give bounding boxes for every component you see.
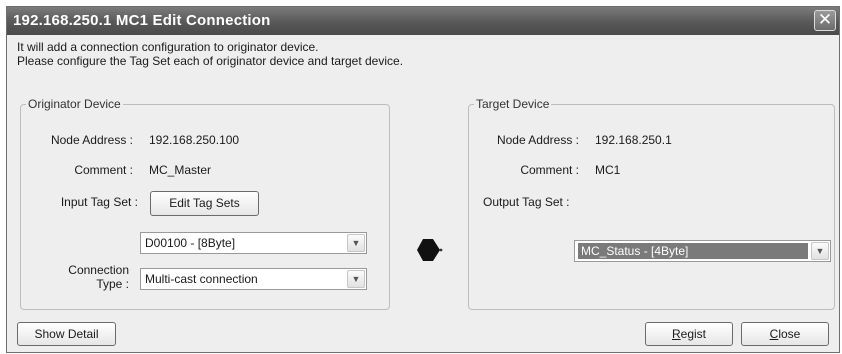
connection-arrow-icon: [417, 239, 443, 261]
connection-type-combo[interactable]: Multi-cast connection ▼: [140, 268, 367, 290]
window-title: 192.168.250.1 MC1 Edit Connection: [13, 12, 271, 29]
connection-type-label-line-2: Type :: [96, 277, 129, 291]
output-tag-set-value: MC_Status - [4Byte]: [578, 243, 808, 259]
connection-type-value: Multi-cast connection: [145, 272, 258, 286]
title-bar[interactable]: 192.168.250.1 MC1 Edit Connection ✕: [7, 7, 839, 35]
regist-label-rest: egist: [680, 327, 707, 341]
originator-group-label: Originator Device: [26, 97, 123, 111]
originator-node-address-value: 192.168.250.100: [149, 133, 240, 147]
regist-button[interactable]: Regist: [645, 322, 733, 346]
connection-type-label: Connection Type :: [23, 263, 129, 291]
chevron-down-icon[interactable]: ▼: [347, 270, 365, 288]
close-icon[interactable]: ✕: [814, 10, 836, 31]
originator-comment-value: MC_Master: [149, 163, 212, 177]
target-node-address-value: 192.168.250.1: [595, 133, 672, 147]
target-device-group: Target Device Node Address : 192.168.250…: [468, 97, 835, 310]
input-tag-set-combo[interactable]: D00100 - [8Byte] ▼: [140, 232, 367, 254]
intro-line-2: Please configure the Tag Set each of ori…: [17, 54, 404, 68]
chevron-down-icon[interactable]: ▼: [811, 242, 829, 260]
show-detail-button[interactable]: Show Detail: [17, 322, 116, 346]
output-tag-set-combo[interactable]: MC_Status - [4Byte] ▼: [574, 240, 831, 262]
originator-node-address-label: Node Address :: [50, 133, 133, 147]
originator-device-group: Originator Device Node Address : 192.168…: [20, 97, 390, 310]
target-node-address-label: Node Address :: [496, 133, 579, 147]
edit-tag-sets-button[interactable]: Edit Tag Sets: [150, 191, 259, 216]
target-comment-label: Comment :: [520, 163, 579, 177]
target-group-label: Target Device: [474, 97, 552, 111]
connection-type-label-line-1: Connection: [68, 263, 129, 277]
close-button[interactable]: Close: [741, 322, 829, 346]
originator-comment-label: Comment :: [74, 163, 133, 177]
edit-connection-dialog: 192.168.250.1 MC1 Edit Connection ✕ It w…: [6, 6, 840, 353]
output-tag-set-label: Output Tag Set :: [483, 195, 570, 209]
input-tag-set-label: Input Tag Set :: [60, 195, 138, 209]
regist-mnemonic: R: [671, 327, 681, 341]
chevron-down-icon[interactable]: ▼: [347, 234, 365, 252]
intro-line-1: It will add a connection configuration t…: [17, 40, 319, 54]
close-label-rest: lose: [778, 327, 801, 341]
input-tag-set-value: D00100 - [8Byte]: [145, 236, 236, 250]
intro-text: It will add a connection configuration t…: [17, 40, 403, 68]
target-comment-value: MC1: [595, 163, 621, 177]
